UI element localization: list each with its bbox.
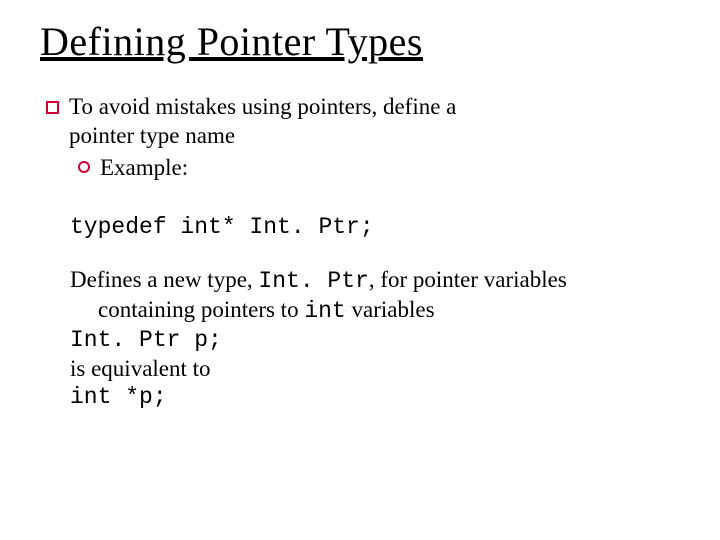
code-line-decl2: int *p; — [70, 383, 680, 412]
bullet-item-1: To avoid mistakes using pointers, define… — [46, 93, 680, 151]
circle-bullet-icon — [78, 161, 90, 173]
para-line-equiv: is equivalent to — [70, 355, 680, 384]
sub-bullet-1: Example: — [78, 153, 680, 183]
code-inline-int: int — [304, 298, 345, 324]
text-fragment: Defines a new type, — [70, 267, 258, 292]
bullet-line-1: To avoid mistakes using pointers, define… — [69, 94, 456, 119]
square-bullet-icon — [46, 101, 59, 114]
code-line-decl1: Int. Ptr p; — [70, 326, 680, 355]
para-line-1: Defines a new type, Int. Ptr, for pointe… — [70, 266, 680, 296]
code-typedef: typedef int* Int. Ptr; — [70, 214, 680, 240]
sub-bullet-text: Example: — [100, 153, 188, 183]
text-fragment: containing pointers to — [98, 297, 304, 322]
explanation-paragraph: Defines a new type, Int. Ptr, for pointe… — [70, 266, 680, 412]
slide-title: Defining Pointer Types — [40, 18, 680, 65]
para-line-2: containing pointers to int variables — [98, 296, 680, 326]
code-inline-intptr: Int. Ptr — [258, 268, 368, 294]
bullet-line-2: pointer type name — [69, 123, 235, 148]
text-fragment: variables — [346, 297, 435, 322]
text-fragment: , for pointer variables — [369, 267, 567, 292]
slide: Defining Pointer Types To avoid mistakes… — [0, 0, 720, 540]
bullet-text: To avoid mistakes using pointers, define… — [69, 93, 680, 151]
